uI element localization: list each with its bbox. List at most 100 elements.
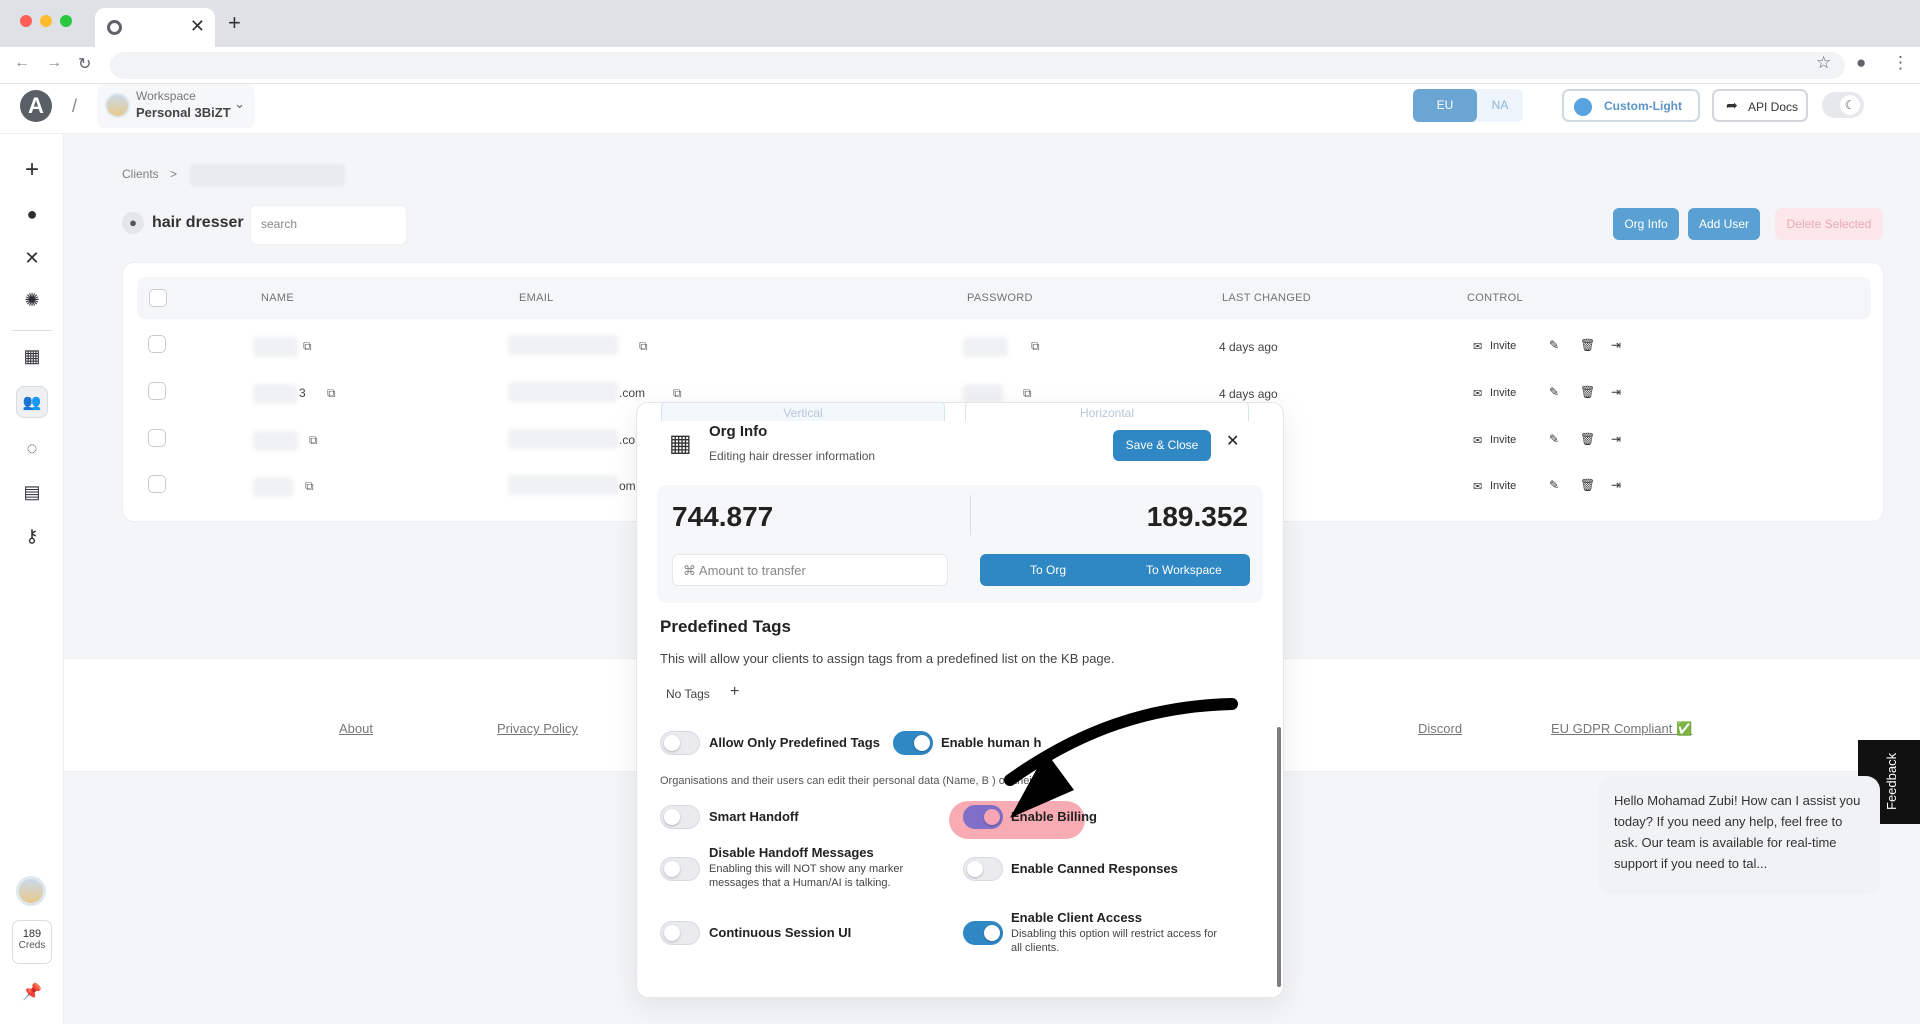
dark-mode-toggle[interactable]: ☾ bbox=[1822, 92, 1864, 118]
discord-link[interactable]: Discord bbox=[1418, 721, 1462, 736]
sidebar: + ● ✕ ✺ ▦ 👥 ◌ ▤ ⚷ 189 Creds 📌 bbox=[0, 134, 64, 1024]
edit-icon[interactable]: ✎ bbox=[1549, 478, 1559, 492]
to-org-button[interactable]: To Org bbox=[1030, 563, 1066, 577]
row-checkbox[interactable] bbox=[148, 382, 166, 400]
copy-icon[interactable]: ⧉ bbox=[1023, 386, 1032, 401]
address-bar[interactable] bbox=[110, 52, 1845, 79]
row-checkbox[interactable] bbox=[148, 475, 166, 493]
row-checkbox[interactable] bbox=[148, 335, 166, 353]
copy-icon[interactable]: ⧉ bbox=[303, 339, 312, 354]
app-logo[interactable]: A bbox=[20, 90, 52, 122]
maximize-window-dot[interactable] bbox=[60, 15, 72, 27]
amount-to-transfer-input[interactable]: ⌘ Amount to transfer bbox=[672, 554, 948, 586]
enable-canned-responses-toggle[interactable] bbox=[963, 857, 1003, 881]
breadcrumb-current-blurred bbox=[190, 164, 346, 186]
modal-title: Org Info bbox=[709, 423, 768, 440]
region-eu-button[interactable]: EU bbox=[1413, 89, 1477, 122]
region-switch: EU NA bbox=[1413, 89, 1523, 122]
login-icon[interactable]: ⇥ bbox=[1611, 385, 1621, 399]
workspace-selector[interactable]: Workspace Personal 3BiZT ⌄ bbox=[97, 84, 255, 128]
enable-human-handoff-label: Enable human h bbox=[941, 735, 1042, 750]
password-blurred bbox=[963, 337, 1008, 357]
plus-icon[interactable]: + bbox=[16, 154, 48, 186]
enable-client-access-toggle[interactable] bbox=[963, 921, 1003, 945]
new-tab-button[interactable]: + bbox=[228, 10, 241, 36]
enable-human-handoff-toggle[interactable] bbox=[893, 731, 933, 755]
profile-icon[interactable]: ● bbox=[1856, 53, 1866, 73]
chat-bubble-icon[interactable]: ● bbox=[16, 198, 48, 230]
browser-tab-bar: ✕ + bbox=[0, 0, 1920, 47]
to-workspace-button[interactable]: To Workspace bbox=[1146, 563, 1222, 577]
trash-icon[interactable]: 🗑 bbox=[1580, 385, 1595, 399]
tab-close-icon[interactable]: ✕ bbox=[190, 16, 205, 37]
disable-handoff-messages-toggle[interactable] bbox=[660, 857, 700, 881]
workspace-label: Workspace bbox=[136, 89, 196, 103]
chat-message-bubble[interactable]: Hello Mohamad Zubi! How can I assist you… bbox=[1598, 776, 1880, 894]
invite-button[interactable]: Invite bbox=[1490, 340, 1516, 352]
copy-icon[interactable]: ⧉ bbox=[309, 433, 318, 448]
copy-icon[interactable]: ⧉ bbox=[327, 386, 336, 401]
bookmark-star-icon[interactable]: ☆ bbox=[1816, 53, 1831, 73]
privacy-policy-link[interactable]: Privacy Policy bbox=[497, 721, 578, 736]
refresh-icon[interactable]: ◌ bbox=[16, 432, 48, 464]
login-icon[interactable]: ⇥ bbox=[1611, 478, 1621, 492]
close-icon[interactable]: ✕ bbox=[1226, 431, 1239, 451]
invite-button[interactable]: Invite bbox=[1490, 434, 1516, 446]
trash-icon[interactable]: 🗑 bbox=[1580, 478, 1595, 492]
gdpr-link[interactable]: EU GDPR Compliant ✅ bbox=[1551, 721, 1692, 737]
row-checkbox[interactable] bbox=[148, 429, 166, 447]
add-tag-button[interactable]: + bbox=[730, 683, 739, 701]
org-info-button[interactable]: Org Info bbox=[1613, 208, 1679, 240]
column-email: EMAIL bbox=[519, 292, 554, 304]
delete-selected-button[interactable]: Delete Selected bbox=[1775, 208, 1883, 240]
region-na-button[interactable]: NA bbox=[1477, 89, 1523, 122]
building-icon[interactable]: ▦ bbox=[16, 340, 48, 372]
add-user-button[interactable]: Add User bbox=[1688, 208, 1760, 240]
tools-icon[interactable]: ✕ bbox=[16, 242, 48, 274]
enable-billing-toggle[interactable] bbox=[963, 805, 1003, 829]
creds-badge[interactable]: 189 Creds bbox=[12, 920, 52, 964]
edit-icon[interactable]: ✎ bbox=[1549, 385, 1559, 399]
api-docs-button[interactable]: ➦ API Docs bbox=[1712, 89, 1808, 122]
forward-icon[interactable]: → bbox=[46, 54, 62, 72]
column-password: PASSWORD bbox=[967, 292, 1033, 304]
theme-button[interactable]: Custom-Light bbox=[1562, 89, 1700, 122]
select-all-checkbox[interactable] bbox=[149, 289, 167, 307]
edit-icon[interactable]: ✎ bbox=[1549, 432, 1559, 446]
about-link[interactable]: About bbox=[339, 721, 373, 736]
invite-button[interactable]: Invite bbox=[1490, 480, 1516, 492]
copy-icon[interactable]: ⧉ bbox=[673, 386, 682, 401]
back-icon[interactable]: ← bbox=[14, 54, 30, 72]
name-blurred bbox=[253, 337, 298, 357]
search-input[interactable]: search bbox=[250, 205, 407, 245]
person-icon: ● bbox=[122, 212, 144, 234]
login-icon[interactable]: ⇥ bbox=[1611, 338, 1621, 352]
browser-tab[interactable]: ✕ bbox=[95, 8, 215, 47]
header-separator: / bbox=[72, 96, 78, 116]
modal-scrollbar[interactable] bbox=[1277, 727, 1281, 987]
user-avatar[interactable] bbox=[16, 876, 46, 906]
login-icon[interactable]: ⇥ bbox=[1611, 432, 1621, 446]
trash-icon[interactable]: 🗑 bbox=[1580, 338, 1595, 352]
edit-icon[interactable]: ✎ bbox=[1549, 338, 1559, 352]
save-close-button[interactable]: Save & Close bbox=[1113, 430, 1211, 461]
key-icon[interactable]: ⚷ bbox=[16, 520, 48, 552]
column-control: CONTROL bbox=[1467, 292, 1523, 304]
pin-icon[interactable]: 📌 bbox=[22, 982, 42, 1002]
copy-icon[interactable]: ⧉ bbox=[1031, 339, 1040, 354]
users-icon[interactable]: 👥 bbox=[16, 386, 48, 418]
continuous-session-toggle[interactable] bbox=[660, 921, 700, 945]
minimize-window-dot[interactable] bbox=[40, 15, 52, 27]
smart-handoff-toggle[interactable] bbox=[660, 805, 700, 829]
browser-menu-icon[interactable]: ⋮ bbox=[1892, 53, 1909, 73]
bug-icon[interactable]: ✺ bbox=[16, 284, 48, 316]
invite-button[interactable]: Invite bbox=[1490, 387, 1516, 399]
card-icon[interactable]: ▤ bbox=[16, 476, 48, 508]
breadcrumb-clients[interactable]: Clients bbox=[122, 167, 159, 181]
close-window-dot[interactable] bbox=[20, 15, 32, 27]
allow-only-predefined-toggle[interactable] bbox=[660, 731, 700, 755]
reload-icon[interactable]: ↻ bbox=[78, 54, 91, 74]
copy-icon[interactable]: ⧉ bbox=[639, 339, 648, 354]
trash-icon[interactable]: 🗑 bbox=[1580, 432, 1595, 446]
copy-icon[interactable]: ⧉ bbox=[305, 479, 314, 494]
